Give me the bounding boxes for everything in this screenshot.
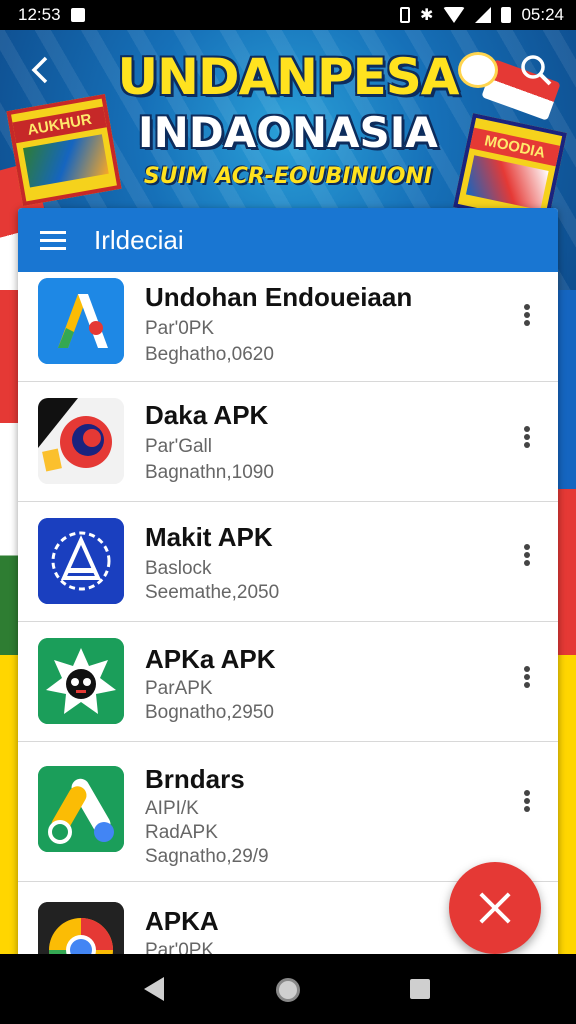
chat-bubble-icon[interactable] [458,52,498,88]
app-name: Brndars [145,764,245,794]
vibrate-icon [400,7,411,23]
star-face-icon [38,638,124,724]
battery-icon [501,7,512,23]
nav-back-icon[interactable] [144,977,164,1001]
chevron-left-icon [31,56,48,84]
app-version: RadAPK [145,822,218,843]
shield-emblem-icon [38,518,124,604]
status-bar: 12:53 ✱ 05:24 [0,0,576,30]
signal-icon [475,7,492,23]
app-developer: Baslock [145,558,212,579]
app-name: Undohan Endoueiaan [145,282,413,312]
app-developer: ParAPK [145,678,213,699]
app-meta: Bagnathn,1090 [145,462,274,483]
search-icon [521,55,552,86]
more-vert-icon[interactable] [522,788,532,816]
nav-home-icon[interactable] [276,978,300,1002]
more-vert-icon[interactable] [522,302,532,330]
list-item[interactable]: Makit APK Baslock Seemathe,2050 [18,502,558,622]
app-developer: AIPI/K [145,798,199,819]
app-developer: Par'Gall [145,436,212,457]
app-name: APKa APK [145,644,276,674]
arrow-a-icon [38,278,124,364]
more-vert-icon[interactable] [522,542,532,570]
bluetooth-icon: ✱ [420,7,434,24]
back-button[interactable] [22,50,62,90]
search-button[interactable] [516,50,556,90]
app-developer: Par'0PK [145,318,215,339]
list-item[interactable]: Daka APK Par'Gall Bagnathn,1090 [18,382,558,502]
more-vert-icon[interactable] [522,664,532,692]
app-name: Daka APK [145,400,269,430]
ads-shape-icon [38,766,124,852]
background-decoration-right [558,290,576,954]
app-list: Undohan Endoueiaan Par'0PK Beghatho,0620… [18,272,558,968]
list-item[interactable]: Brndars AIPI/K RadAPK Sagnatho,29/9 [18,742,558,882]
nav-recents-icon[interactable] [410,979,430,999]
wifi-icon [443,7,466,23]
status-time: 12:53 [18,5,61,24]
system-nav-bar [0,954,576,1024]
banner-subtitle: SUIM ACR-EOUBINUONI [143,164,433,189]
background-decoration-left [0,290,18,954]
menu-icon[interactable] [40,231,66,250]
red-badge-icon [38,398,124,484]
status-clock-right: 05:24 [521,5,564,24]
app-meta: Sagnatho,29/9 [145,846,269,867]
app-meta: Beghatho,0620 [145,344,274,365]
app-list-card: Irldeciai Undohan Endoueiaan Par'0PK Beg… [18,208,558,968]
banner-title-line2: INDAONASIA [138,108,438,157]
list-item[interactable]: APKa APK ParAPK Bognatho,2950 [18,622,558,742]
card-header: Irldeciai [18,208,558,272]
app-name: APKA [145,906,219,936]
app-meta: Bognatho,2950 [145,702,274,723]
app-meta: Seemathe,2050 [145,582,280,603]
close-fab-button[interactable] [449,862,541,954]
app-name: Makit APK [145,522,273,552]
list-item[interactable]: Undohan Endoueiaan Par'0PK Beghatho,0620 [18,272,558,382]
more-vert-icon[interactable] [522,424,532,452]
notification-icon [70,8,85,22]
card-title: Irldeciai [94,224,184,255]
